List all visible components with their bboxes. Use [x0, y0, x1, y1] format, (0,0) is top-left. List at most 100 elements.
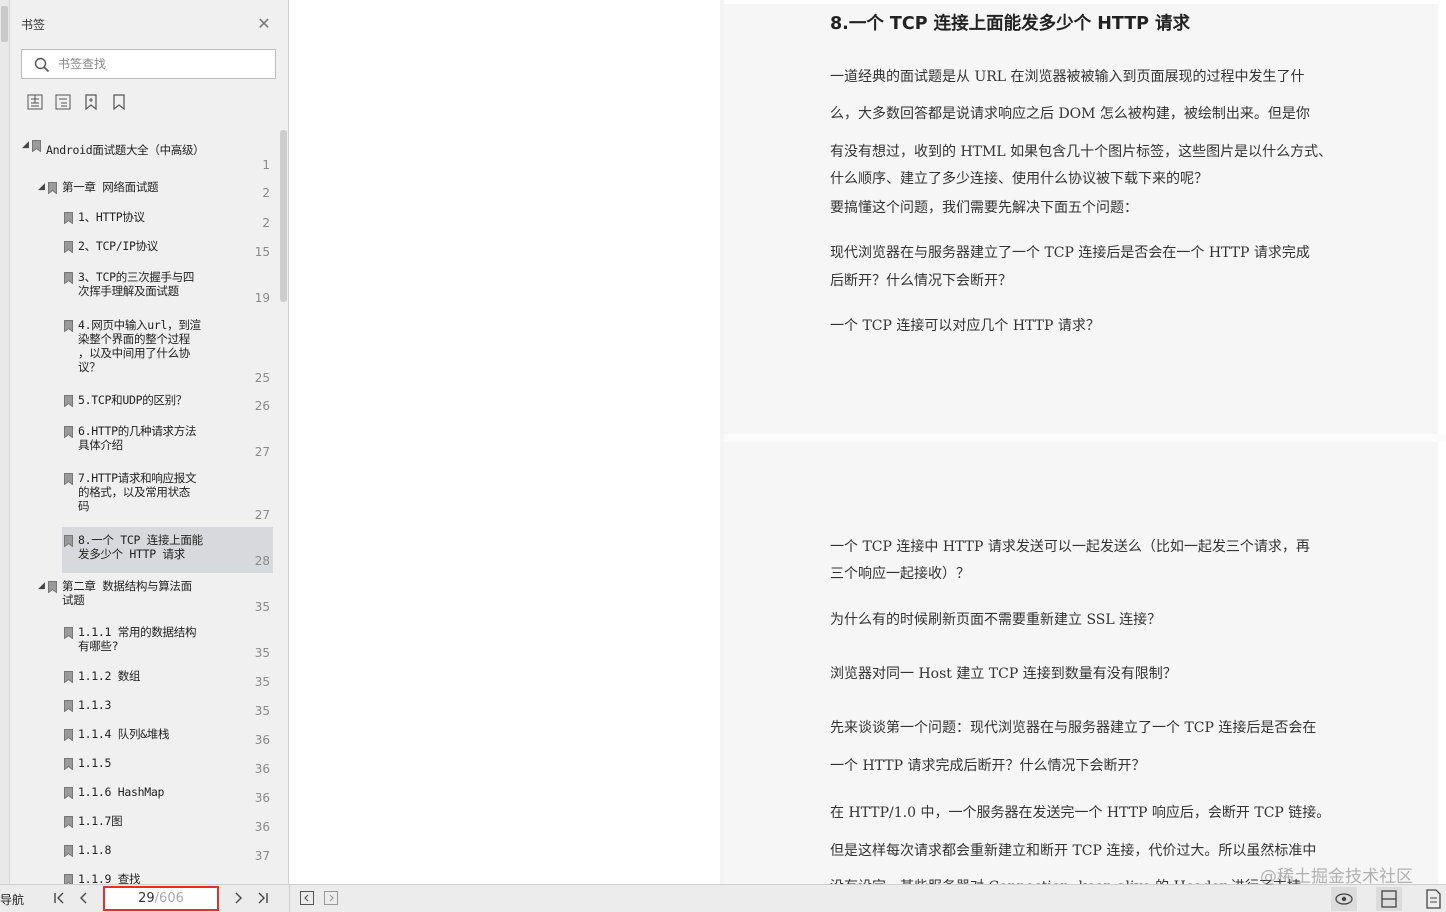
total-pages: /606 — [154, 891, 184, 906]
bookmark-item[interactable]: ◢ 第一章 网络面试题 2 — [10, 180, 280, 204]
bookmark-item[interactable]: 7.HTTP请求和响应报文 的格式，以及常用状态 码 27 — [10, 471, 280, 523]
bookmark-icon — [64, 320, 73, 332]
bookmark-item[interactable]: 1.1.8 37 — [10, 843, 280, 867]
bookmark-label: Android面试题大全（中高级） — [46, 143, 205, 157]
bookmark-page-number: 19 — [254, 291, 270, 305]
paragraph-line: 一道经典的面试题是从 URL 在浏览器被被输入到页面展现的过程中发生了什 — [830, 69, 1305, 85]
document-view[interactable]: 8.一个 TCP 连接上面能发多少个 HTTP 请求 一道经典的面试题是从 UR… — [290, 0, 1446, 884]
watermark: @稀土掘金技术社区 — [1260, 867, 1413, 887]
bookmark-icon — [48, 581, 57, 593]
bookmark-icon — [64, 241, 73, 253]
bookmark-item[interactable]: 1.1.7图 36 — [10, 814, 280, 838]
last-page-icon[interactable] — [254, 890, 270, 906]
bookmark-item[interactable]: 2、TCP/IP协议 15 — [10, 239, 280, 263]
bookmark-item[interactable]: 1.1.6 HashMap 36 — [10, 785, 280, 809]
previous-page-icon[interactable] — [76, 890, 92, 906]
bookmark-search-input[interactable] — [58, 54, 268, 74]
bookmark-item[interactable]: 3、TCP的三次握手与四 次挥手理解及面试题 19 — [10, 270, 280, 310]
bookmark-page-number: 27 — [254, 445, 270, 459]
bookmark-item[interactable]: 5.TCP和UDP的区别？ 26 — [10, 393, 280, 419]
eye-icon[interactable] — [1331, 887, 1357, 911]
bookmark-item[interactable]: 1.1.5 36 — [10, 756, 280, 780]
document-icon[interactable] — [1420, 887, 1446, 911]
bookmark-item[interactable]: 6.HTTP的几种请求方法 具体介绍 27 — [10, 424, 280, 460]
paragraph-line: 在 HTTP/1.0 中，一个服务器在发送完一个 HTTP 响应后，会断开 TC… — [830, 805, 1331, 821]
bookmark-icon — [64, 395, 73, 407]
bookmark-label: 1.1.5 — [78, 756, 112, 770]
bookmark-label: 1.1.1 常用的数据结构 有哪些? — [78, 625, 197, 653]
bookmark-icon — [64, 758, 73, 770]
bookmark-page-number: 27 — [254, 508, 270, 522]
paragraph-line: 没有设定，某些服务器对 Connection: keep-alive 的 Hea… — [830, 876, 1315, 884]
bookmark-icon — [64, 272, 73, 284]
single-page-view-icon[interactable] — [1376, 887, 1402, 911]
expand-all-icon[interactable] — [26, 93, 44, 111]
paragraph-line: 现代浏览器在与服务器建立了一个 TCP 连接后是否会在一个 HTTP 请求完成 — [830, 245, 1310, 261]
bookmark-icon — [64, 729, 73, 741]
bookmark-item[interactable]: 1.1.3 35 — [10, 698, 280, 722]
expand-sidebar-icon[interactable] — [323, 890, 339, 906]
bookmark-label: 1.1.8 — [78, 843, 112, 857]
status-bar: 导航 29/606 — [0, 884, 1446, 912]
left-panel-strip — [0, 0, 10, 884]
divider — [289, 885, 290, 912]
bookmark-item-selected[interactable]: 8.一个 TCP 连接上面能 发多少个 HTTP 请求 28 — [10, 527, 280, 573]
bookmark-label: 3、TCP的三次握手与四 次挥手理解及面试题 — [78, 270, 195, 298]
bookmark-item[interactable]: 1.1.9 查找 — [10, 872, 280, 884]
bookmark-page-number: 35 — [254, 600, 270, 614]
bookmark-label: 1.1.9 查找 — [78, 872, 141, 884]
bookmark-icon[interactable] — [110, 93, 128, 111]
bookmark-page-number: 1 — [262, 158, 270, 172]
collapse-all-icon[interactable] — [54, 93, 72, 111]
page-gap — [724, 434, 1446, 442]
bookmark-label: 1.1.7图 — [78, 814, 123, 828]
bookmark-icon — [64, 816, 73, 828]
page-number-input[interactable]: 29/606 — [103, 886, 219, 911]
bookmark-item[interactable]: 4.网页中输入url，到渲 染整个界面的整个过程 ，以及中间用了什么协 议？ 2… — [10, 318, 280, 386]
collapse-arrow-icon[interactable]: ◢ — [38, 182, 45, 192]
close-icon[interactable]: ✕ — [256, 16, 272, 32]
collapse-arrow-icon[interactable]: ◢ — [22, 140, 29, 150]
bookmark-label: 5.TCP和UDP的区别？ — [78, 393, 187, 407]
collapse-sidebar-icon[interactable] — [299, 890, 315, 906]
bookmark-icon — [64, 671, 73, 683]
bookmark-item[interactable]: 1.1.2 数组 35 — [10, 669, 280, 693]
bookmark-item[interactable]: ◢ 第二章 数据结构与算法面 试题 35 — [10, 579, 280, 617]
bookmark-panel-tab[interactable] — [1, 6, 8, 42]
bookmark-label: 6.HTTP的几种请求方法 具体介绍 — [78, 424, 197, 452]
bookmark-page-number: 36 — [254, 791, 270, 805]
bookmark-page-number: 2 — [262, 216, 270, 230]
first-page-icon[interactable] — [52, 890, 68, 906]
bookmark-label: 1.1.4 队列&堆栈 — [78, 727, 170, 741]
bookmark-item[interactable]: 1.1.1 常用的数据结构 有哪些? 35 — [10, 625, 280, 663]
bookmark-icon — [64, 473, 73, 485]
paragraph-line: 先来谈谈第一个问题：现代浏览器在与服务器建立了一个 TCP 连接后是否会在 — [830, 720, 1317, 736]
paragraph-line: 但是这样每次请求都会重新建立和断开 TCP 连接，代价过大。所以虽然标准中 — [830, 843, 1317, 859]
bookmark-item[interactable]: 1.1.4 队列&堆栈 36 — [10, 727, 280, 751]
bookmark-label: 第一章 网络面试题 — [62, 180, 159, 194]
bookmark-icon — [64, 627, 73, 639]
collapse-arrow-icon[interactable]: ◢ — [38, 581, 45, 591]
paragraph-line: 后断开？什么情况下会断开？ — [830, 273, 1012, 289]
bookmark-search-box[interactable] — [21, 49, 276, 79]
sidebar-header: 书签 ✕ — [10, 0, 288, 46]
bookmark-icon — [32, 140, 41, 152]
sidebar-scrollbar[interactable] — [280, 130, 287, 302]
bookmark-page-number: 35 — [254, 704, 270, 718]
paragraph-line: 一个 HTTP 请求完成后断开？什么情况下会断开？ — [830, 758, 1146, 774]
sidebar-title: 书签 — [21, 18, 46, 32]
paragraph-line: 一个 TCP 连接可以对应几个 HTTP 请求？ — [830, 318, 1100, 334]
bookmark-icon — [48, 182, 57, 194]
paragraph-line: 一个 TCP 连接中 HTTP 请求发送可以一起发送么（比如一起发三个请求，再 — [830, 539, 1310, 555]
blank-page — [290, 0, 724, 884]
bookmark-label: 1.1.3 — [78, 698, 112, 712]
bookmark-label: 2、TCP/IP协议 — [78, 239, 158, 253]
bookmark-item[interactable]: 1、HTTP协议 2 — [10, 210, 280, 234]
bookmark-page-number: 25 — [254, 371, 270, 385]
bookmark-label: 第二章 数据结构与算法面 试题 — [62, 579, 192, 607]
paragraph-line: 三个响应一起接收）？ — [830, 566, 970, 582]
next-page-icon[interactable] — [230, 890, 246, 906]
bookmark-item[interactable]: ◢ Android面试题大全（中高级） 1 — [10, 138, 280, 172]
add-bookmark-icon[interactable] — [82, 93, 100, 111]
paragraph-line: 有没有想过，收到的 HTML 如果包含几十个图片标签，这些图片是以什么方式、 — [830, 144, 1333, 160]
